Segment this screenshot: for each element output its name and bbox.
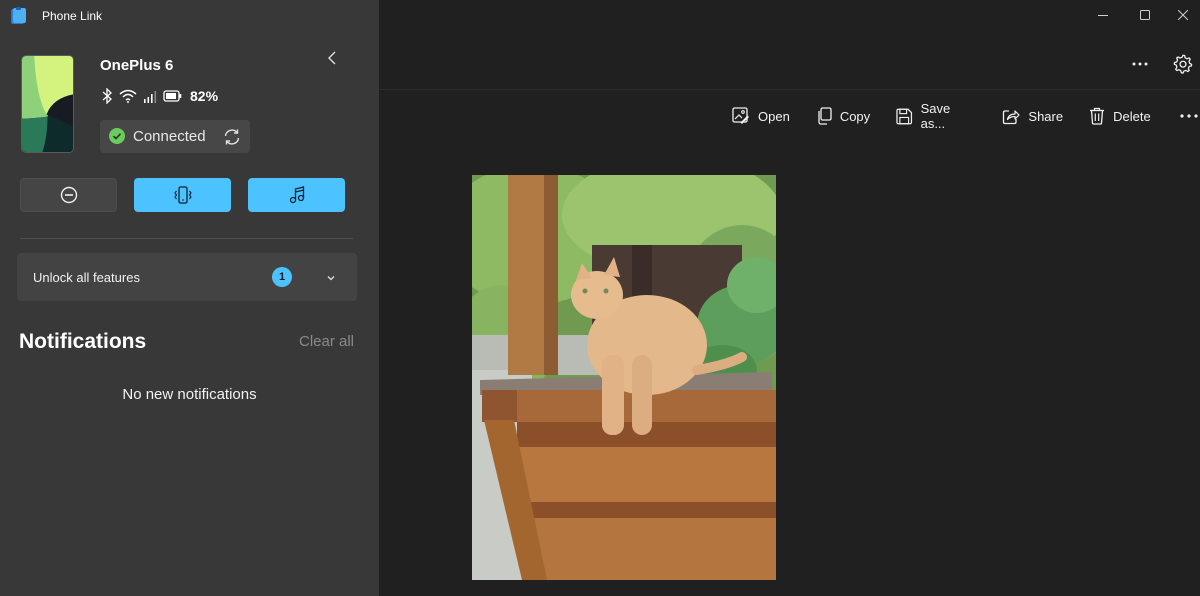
more-horizontal-icon [1132, 62, 1148, 66]
connection-status-pill: Connected [100, 120, 250, 153]
music-note-icon [289, 186, 304, 204]
chevron-left-icon [328, 51, 336, 65]
close-button[interactable] [1163, 0, 1200, 30]
connection-status-text: Connected [133, 128, 206, 145]
phone-wallpaper-thumbnail[interactable] [21, 55, 74, 153]
open-label: Open [758, 108, 790, 124]
delete-button[interactable]: Delete [1089, 104, 1151, 128]
copy-label: Copy [839, 108, 871, 124]
phone-vibrate-icon [173, 186, 192, 204]
toolbar-more-button[interactable] [1179, 104, 1200, 128]
close-icon [1178, 10, 1188, 20]
copy-icon [818, 107, 832, 125]
photo-toolbar: Open Copy Save as... Share Delete [730, 101, 1200, 131]
audio-player-button[interactable] [248, 178, 345, 212]
photo-preview[interactable] [472, 175, 776, 580]
vibrate-button[interactable] [134, 178, 231, 212]
connected-check-icon [109, 128, 125, 144]
settings-button[interactable] [1172, 53, 1194, 75]
maximize-icon [1140, 10, 1150, 20]
unlock-features-expander[interactable]: Unlock all features 1 [17, 253, 357, 301]
share-label: Share [1028, 108, 1064, 124]
cellular-signal-icon [143, 90, 157, 103]
device-name: OnePlus 6 [100, 57, 174, 74]
battery-icon [163, 90, 182, 102]
chevron-down-icon [325, 271, 337, 283]
unlock-features-label: Unlock all features [33, 270, 140, 285]
maximize-button[interactable] [1125, 0, 1165, 30]
copy-button[interactable]: Copy [816, 104, 870, 128]
app-title-bar: Phone Link [0, 0, 379, 34]
do-not-disturb-button[interactable] [20, 178, 117, 212]
gear-icon [1173, 54, 1193, 74]
minimize-button[interactable] [1083, 0, 1123, 30]
collapse-sidebar-button[interactable] [322, 48, 342, 68]
save-as-label: Save as... [920, 101, 951, 131]
unlock-features-badge: 1 [272, 267, 292, 287]
device-status-row: 82% [101, 87, 218, 105]
save-icon [896, 108, 913, 124]
notifications-heading: Notifications [19, 330, 147, 353]
phone-link-logo-icon [9, 7, 28, 26]
refresh-button[interactable] [222, 127, 242, 147]
app-title: Phone Link [42, 9, 103, 23]
image-edit-icon [732, 107, 749, 124]
battery-percent: 82% [190, 88, 219, 104]
wifi-icon [119, 89, 137, 103]
refresh-icon [224, 129, 240, 145]
share-button[interactable]: Share [1002, 104, 1063, 128]
more-horizontal-icon [1180, 114, 1198, 118]
more-options-button[interactable] [1128, 54, 1152, 74]
delete-label: Delete [1113, 108, 1151, 124]
minimize-icon [1098, 15, 1108, 16]
minus-circle-icon [60, 186, 77, 204]
sidebar-divider [20, 238, 353, 239]
empty-notifications-message: No new notifications [122, 386, 257, 403]
sidebar: Phone Link OnePlus 6 82% Connected Unloc… [0, 0, 379, 596]
bluetooth-icon [101, 88, 113, 104]
save-as-button[interactable]: Save as... [896, 101, 976, 131]
open-button[interactable]: Open [732, 104, 790, 128]
share-icon [1003, 109, 1021, 124]
header-divider [379, 89, 1200, 90]
trash-icon [1090, 107, 1105, 125]
clear-all-button[interactable]: Clear all [299, 333, 354, 350]
